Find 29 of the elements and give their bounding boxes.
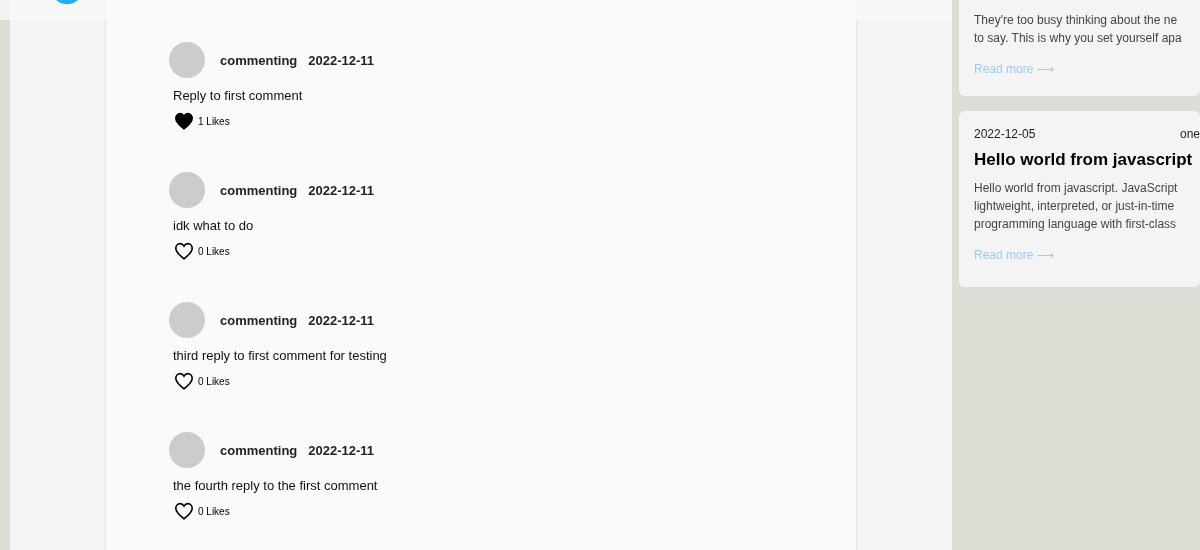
post-title[interactable]: Hello world from javascript [974, 149, 1200, 171]
post-date: 2022-12-05 [974, 127, 1036, 141]
comment-text: third reply to first comment for testing [173, 348, 388, 363]
comment-text: Reply to first comment [173, 88, 304, 103]
heart-icon[interactable] [174, 112, 194, 130]
heart-icon[interactable] [174, 502, 194, 520]
comment-author[interactable]: commenting [220, 52, 298, 68]
like-count: 0 Likes [198, 505, 230, 517]
like-count: 0 Likes [198, 375, 230, 387]
comment-date: 2022-12-11 [308, 182, 375, 198]
post-excerpt: They're too busy thinking about the ne to say. This is why you set yourself apa [974, 12, 1183, 47]
like-count: 1 Likes [198, 115, 230, 127]
avatar [169, 432, 205, 468]
comment-date: 2022-12-11 [308, 442, 375, 458]
heart-icon[interactable] [174, 372, 194, 390]
comment-date: 2022-12-11 [308, 52, 375, 68]
comment-text: idk what to do [173, 218, 255, 233]
comment-author[interactable]: commenting [220, 312, 298, 328]
comment-text: the fourth reply to the first comment [173, 478, 379, 493]
post-excerpt: Hello world from javascript. JavaScript lightweight, interpreted, or just-in-time programming language with first-class [974, 180, 1179, 233]
heart-icon[interactable] [174, 242, 194, 260]
avatar [169, 172, 205, 208]
like-count: 0 Likes [198, 245, 230, 257]
comment-author[interactable]: commenting [220, 442, 298, 458]
comment-author[interactable]: commenting [220, 182, 298, 198]
post-meta: one [1179, 127, 1200, 141]
avatar [169, 302, 205, 338]
comment-date: 2022-12-11 [308, 312, 375, 328]
avatar [169, 42, 205, 78]
